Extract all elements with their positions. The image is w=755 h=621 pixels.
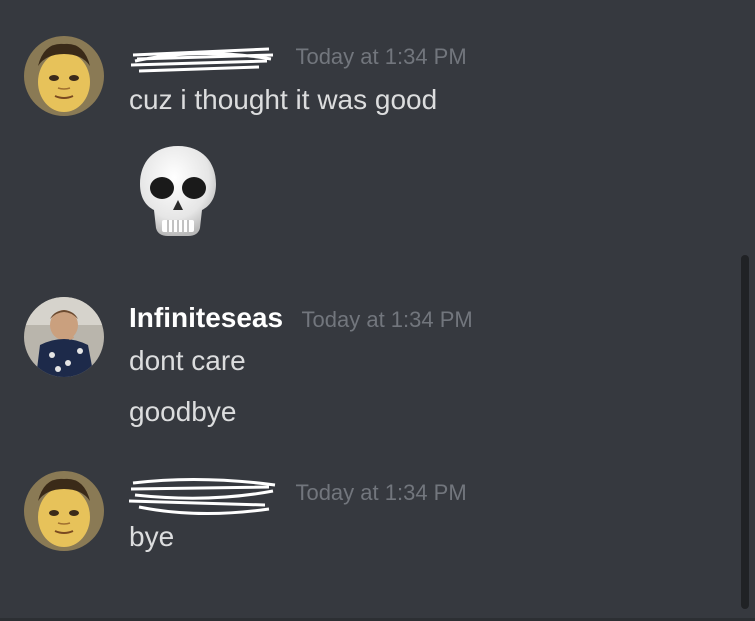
message-header: Today at 1:34 PM	[129, 44, 467, 76]
scrollbar[interactable]	[741, 255, 749, 609]
message-text: goodbye	[129, 396, 237, 427]
message-timestamp[interactable]: Today at 1:34 PM	[295, 44, 466, 69]
chat-messages-area: Today at 1:34 PM cuz i thought it was go…	[0, 0, 755, 621]
redacted-username	[129, 45, 277, 75]
message-timestamp[interactable]: Today at 1:34 PM	[295, 480, 466, 505]
message-username[interactable]: Infiniteseas	[129, 302, 283, 333]
avatar[interactable]	[24, 297, 104, 377]
message-text: dont care	[129, 345, 246, 376]
avatar[interactable]	[24, 471, 104, 551]
message-timestamp[interactable]: Today at 1:34 PM	[302, 307, 473, 332]
skull-emoji	[136, 142, 220, 240]
message-header: Today at 1:34 PM	[129, 477, 467, 515]
redacted-username	[129, 477, 277, 515]
avatar[interactable]	[24, 36, 104, 116]
message-header: Infiniteseas Today at 1:34 PM	[129, 302, 473, 334]
message-text: bye	[129, 521, 175, 552]
message-text: cuz i thought it was good	[129, 84, 438, 115]
